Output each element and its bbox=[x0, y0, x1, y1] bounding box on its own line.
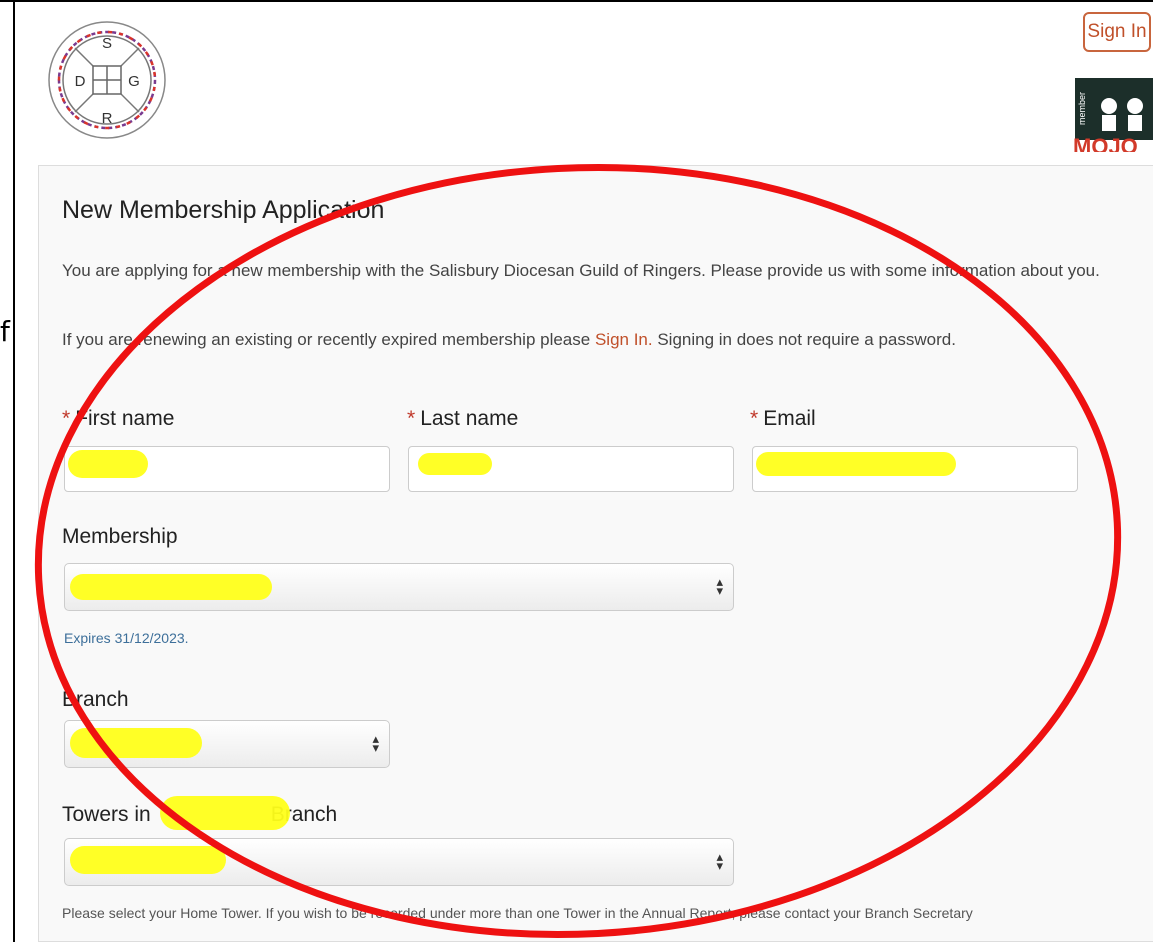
select-arrows-icon: ▴ ▾ bbox=[716, 574, 723, 598]
redaction-branch bbox=[70, 728, 202, 758]
renew-text: If you are renewing an existing or recen… bbox=[62, 330, 956, 350]
redaction-branch-name bbox=[160, 796, 290, 830]
logo-letter-g: G bbox=[128, 73, 140, 90]
branch-label: Branch bbox=[62, 688, 129, 711]
mojo-logo-vertical-text: member bbox=[1077, 92, 1087, 125]
email-label-text: Email bbox=[763, 407, 816, 430]
first-name-label: * First name bbox=[62, 407, 174, 431]
membermojo-logo: member MOJO bbox=[1065, 70, 1153, 152]
logo-letter-d: D bbox=[75, 73, 86, 90]
left-border-line bbox=[13, 0, 15, 942]
sign-in-button[interactable]: Sign In bbox=[1083, 12, 1151, 52]
membership-expires-text: Expires 31/12/2023. bbox=[64, 630, 189, 646]
last-name-label-text: Last name bbox=[420, 407, 519, 430]
redaction-membership bbox=[70, 574, 272, 600]
select-arrows-icon: ▴ ▾ bbox=[716, 849, 723, 873]
home-tower-hint: Please select your Home Tower. If you wi… bbox=[62, 905, 973, 921]
redaction-first-name bbox=[68, 450, 148, 478]
logo-letter-s: S bbox=[102, 35, 112, 52]
required-marker: * bbox=[750, 407, 759, 430]
mojo-logo-text: MOJO bbox=[1073, 134, 1138, 152]
renew-suffix: Signing in does not require a password. bbox=[652, 330, 956, 349]
first-name-label-text: First name bbox=[75, 407, 175, 430]
towers-label-prefix: Towers in bbox=[62, 803, 151, 826]
stray-character: f bbox=[0, 315, 10, 348]
intro-text: You are applying for a new membership wi… bbox=[62, 261, 1100, 280]
sign-in-link[interactable]: Sign In. bbox=[595, 330, 653, 349]
membership-label: Membership bbox=[62, 525, 178, 548]
redaction-email bbox=[756, 452, 956, 476]
last-name-label: * Last name bbox=[407, 407, 518, 431]
redaction-tower bbox=[70, 846, 226, 874]
select-arrows-icon: ▴ ▾ bbox=[372, 731, 379, 755]
redaction-last-name bbox=[418, 453, 492, 475]
email-label: * Email bbox=[750, 407, 816, 431]
logo-letter-r: R bbox=[102, 110, 113, 127]
guild-logo: S D G R bbox=[48, 21, 166, 139]
required-marker: * bbox=[407, 407, 416, 430]
page-title: New Membership Application bbox=[62, 196, 385, 224]
required-marker: * bbox=[62, 407, 71, 430]
renew-prefix: If you are renewing an existing or recen… bbox=[62, 330, 595, 349]
